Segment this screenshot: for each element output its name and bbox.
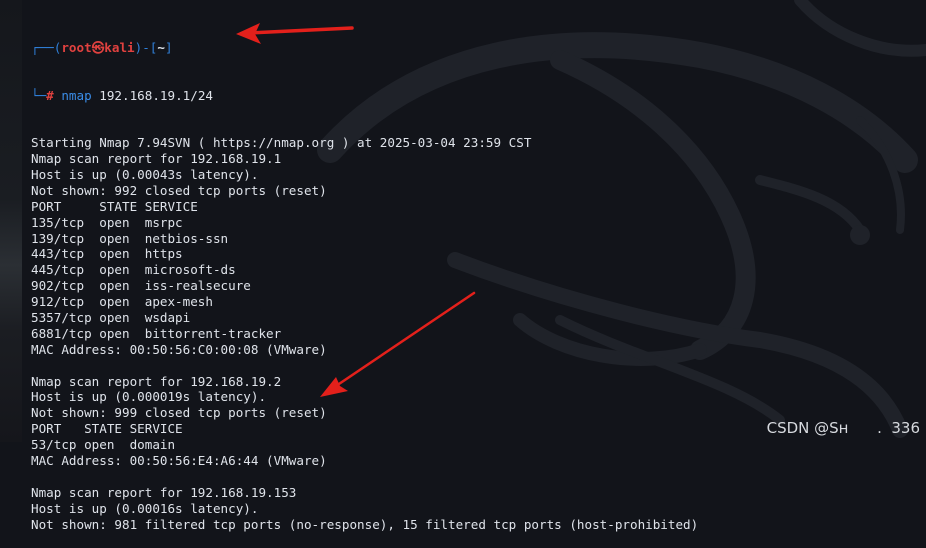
output-line: 445/tcp open microsoft-ds — [31, 262, 236, 278]
command-name: nmap — [61, 87, 92, 103]
csdn-watermark: CSDN @Sн . 336 — [766, 419, 920, 437]
output-line: 53/tcp open domain — [31, 437, 176, 453]
output-line: Nmap scan report for 192.168.19.1 — [31, 151, 282, 167]
output-line: 139/tcp open netbios-ssn — [31, 230, 229, 246]
output-line: 5357/tcp open wsdapi — [31, 310, 191, 326]
output-line: Host is up (0.00043s latency). — [31, 167, 259, 182]
output-line: Nmap scan report for 192.168.19.2 — [31, 373, 282, 389]
output-line: 135/tcp open msrpc — [31, 214, 183, 230]
output-line: 6881/tcp open bittorrent-tracker — [31, 325, 282, 341]
prompt-user: root — [61, 39, 92, 55]
output-line: Host is up (0.00016s latency). — [31, 500, 259, 516]
prompt-separator: )-[ — [134, 39, 158, 55]
output-line: Not shown: 981 filtered tcp ports (no-re… — [31, 516, 699, 532]
terminal-output: ┌──(root㉿kali)-[~] └─# nmap 192.168.19.1… — [31, 8, 926, 548]
output-line: MAC Address: 00:50:56:C0:00:08 (VMware) — [31, 341, 327, 357]
output-line: 912/tcp open apex-mesh — [31, 294, 213, 310]
output-line: Nmap scan report for 192.168.19.153 — [31, 484, 297, 500]
prompt-directory: ~ — [157, 39, 165, 55]
output-line: MAC Address: 00:50:56:E4:A6:44 (VMware) — [31, 453, 327, 469]
prompt-host: kali — [104, 39, 135, 55]
command-args: 192.168.19.1/24 — [91, 87, 214, 103]
prompt-header: ┌──(root㉿kali)-[~] — [31, 40, 926, 56]
output-line: Not shown: 992 closed tcp ports (reset) — [31, 182, 327, 198]
output-line: Starting Nmap 7.94SVN ( https://nmap.org… — [31, 135, 532, 151]
prompt-bracket-close: ] — [164, 39, 173, 55]
prompt-hash: # — [46, 87, 62, 103]
command-line: └─# nmap 192.168.19.1/24 — [31, 88, 926, 104]
prompt-lower: └─ — [31, 87, 47, 103]
prompt-at-symbol: ㉿ — [91, 39, 105, 55]
prompt-bracket: ┌──( — [31, 39, 62, 55]
nmap-output: Starting Nmap 7.94SVN ( https://nmap.org… — [31, 135, 926, 532]
output-line: 902/tcp open iss-realsecure — [31, 278, 251, 294]
output-line: PORT STATE SERVICE — [31, 198, 198, 214]
output-line: Host is up (0.000019s latency). — [31, 389, 267, 405]
output-line: 443/tcp open https — [31, 246, 183, 262]
